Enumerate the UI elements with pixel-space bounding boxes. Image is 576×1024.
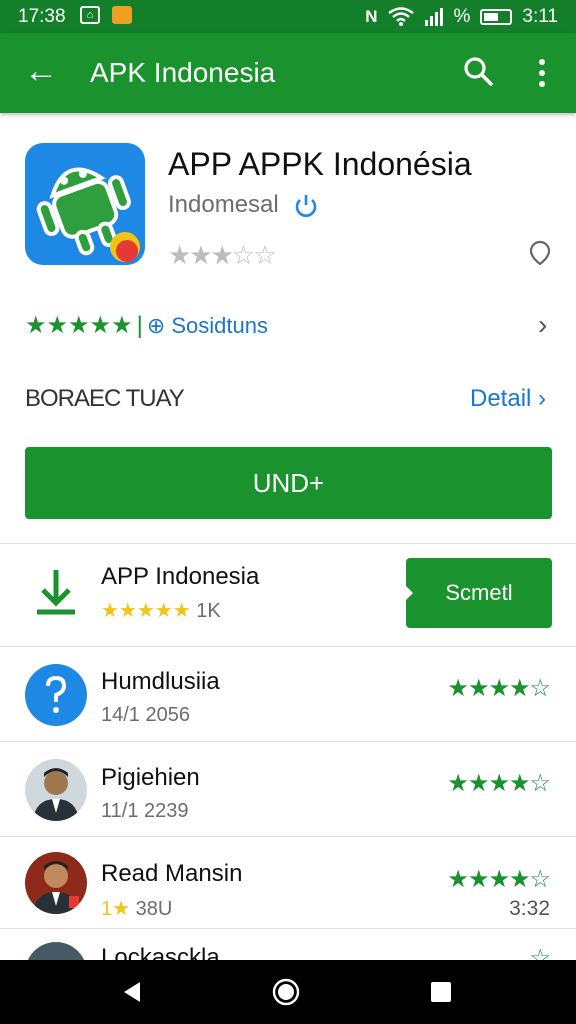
rating-stars: ★★★★★: [25, 312, 133, 339]
review-meta: 1★ 38U: [101, 896, 172, 921]
rating-separator: |: [136, 312, 143, 339]
developer-name[interactable]: Indomesal: [168, 191, 279, 219]
divider: [0, 646, 576, 647]
nav-home-icon[interactable]: [272, 978, 300, 1006]
featured-count: 1K: [196, 600, 221, 622]
review-stars: ★★★★☆: [447, 770, 551, 797]
detail-label: Detail: [470, 385, 532, 412]
featured-stars: ★★★★★: [101, 600, 191, 622]
chevron-right-icon: ›: [538, 385, 547, 412]
notification-icon: ⌂: [80, 6, 100, 24]
detail-link[interactable]: Detail ›: [470, 385, 546, 413]
signal-icon: [424, 8, 443, 26]
divider: [0, 928, 576, 929]
search-icon[interactable]: [462, 55, 494, 87]
battery-percent: %: [453, 6, 471, 27]
android-app-icon: [25, 143, 145, 265]
app-bar: ← APK Indonesia: [0, 33, 576, 113]
more-vert-icon[interactable]: [530, 55, 554, 91]
review-meta-star: 1★: [101, 898, 131, 920]
review-stars: ★★★★☆: [447, 675, 551, 702]
wifi-icon: [387, 7, 414, 26]
section-title: BORAEC TUAY: [25, 385, 185, 412]
app-name: APP APPK Indonésia: [168, 146, 472, 182]
divider: [0, 543, 576, 544]
review-name[interactable]: Humdlusiia: [101, 668, 220, 696]
nav-back-icon[interactable]: [120, 980, 142, 1004]
navigation-bar: [0, 960, 576, 1024]
battery-icon: [480, 9, 513, 25]
refresh-icon[interactable]: [293, 193, 319, 219]
rating-row[interactable]: ★★★★★ | ⊕ Sosidtuns: [25, 311, 268, 340]
divider: [0, 836, 576, 837]
pin-icon[interactable]: [528, 240, 552, 266]
review-meta-text: 38U: [135, 898, 173, 920]
status-bar: 17:38 ⌂ N % 3:11: [0, 0, 576, 33]
app-rating-stars: ★★★☆☆: [168, 240, 277, 270]
review-stars: ★★★★☆: [447, 866, 551, 893]
featured-title[interactable]: APP Indonesia: [101, 563, 259, 591]
status-clock: 3:11: [522, 6, 558, 27]
back-arrow-icon[interactable]: ←: [24, 51, 58, 91]
chevron-right-icon[interactable]: ›: [538, 309, 547, 341]
nfc-icon: N: [365, 7, 378, 26]
featured-meta: ★★★★★ 1K: [101, 598, 221, 623]
nav-recents-icon[interactable]: [430, 981, 452, 1003]
review-meta: 11/1 2239: [101, 800, 189, 822]
avatar: [25, 759, 87, 821]
install-button[interactable]: UND+: [25, 447, 552, 519]
review-name[interactable]: Read Mansin: [101, 860, 242, 888]
review-time: 3:32: [509, 897, 550, 920]
featured-button[interactable]: Scmetl: [405, 558, 552, 628]
review-name[interactable]: Pigiehien: [101, 764, 200, 792]
status-icons: N % 3:11: [365, 6, 558, 28]
avatar: [25, 852, 87, 914]
question-icon: [25, 664, 87, 726]
divider: [0, 741, 576, 742]
positions-link[interactable]: ⊕ Sosidtuns: [147, 313, 268, 338]
status-time: 17:38: [18, 6, 66, 27]
app-bar-title: APK Indonesia: [90, 57, 276, 88]
download-icon: [37, 570, 75, 615]
notification-app-icon: [112, 6, 132, 24]
review-meta: 14/1 2056: [101, 704, 190, 726]
